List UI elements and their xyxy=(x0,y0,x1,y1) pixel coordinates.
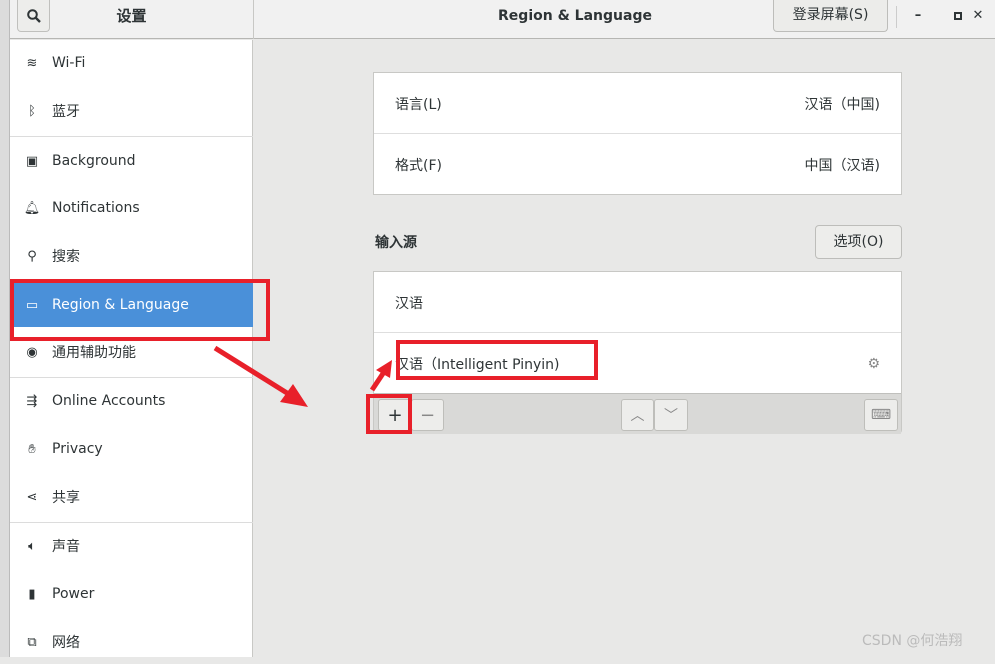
annotation-box xyxy=(366,394,412,434)
annotation-box xyxy=(396,340,598,380)
annotation-overlay xyxy=(10,279,598,434)
watermark: CSDN @何浩翔 xyxy=(862,633,963,649)
annotation-box xyxy=(10,279,270,341)
annotation-arrowhead xyxy=(280,384,308,407)
annotation-arrow xyxy=(369,370,387,392)
annotation-arrow xyxy=(213,345,297,401)
